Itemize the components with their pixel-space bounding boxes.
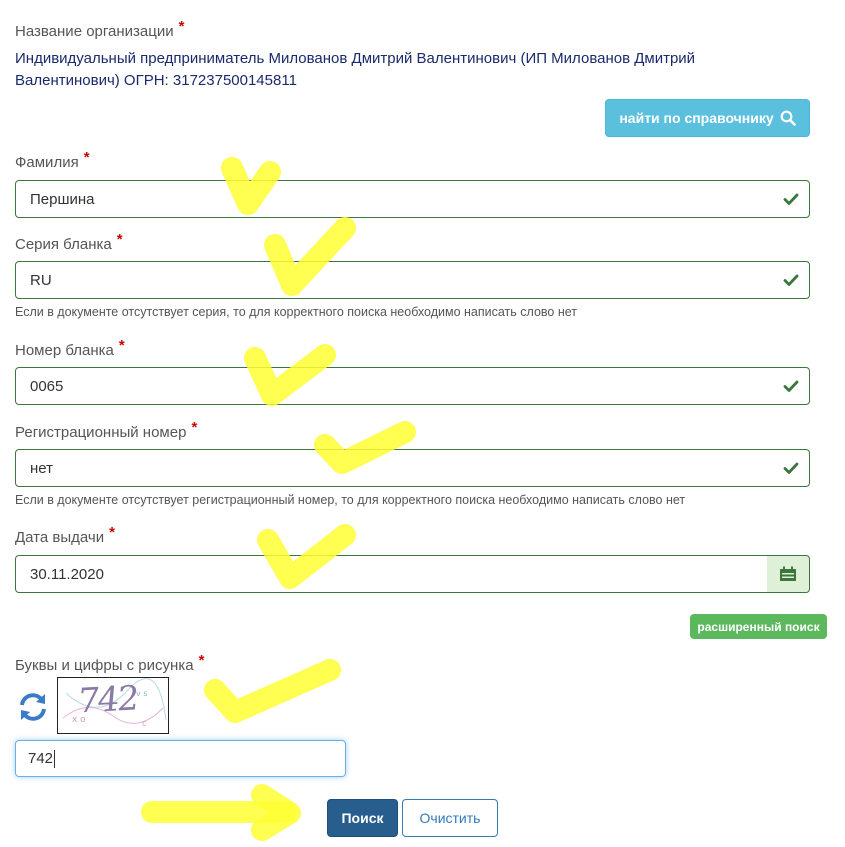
svg-text:c: c xyxy=(142,719,146,728)
org-label: Название организации * xyxy=(15,18,184,40)
search-button[interactable]: Поиск xyxy=(327,799,398,837)
issue-date-label-text: Дата выдачи xyxy=(15,529,105,546)
clear-button[interactable]: Очистить xyxy=(402,799,498,837)
refresh-icon[interactable] xyxy=(16,690,50,724)
captcha-image: x o v s c 742 xyxy=(57,677,169,734)
series-input[interactable]: RU xyxy=(15,261,810,299)
calendar-icon xyxy=(780,566,796,581)
captcha-value: 742 xyxy=(28,750,54,767)
series-label-text: Серия бланка xyxy=(15,236,112,253)
surname-label-text: Фамилия xyxy=(15,154,79,171)
check-icon xyxy=(783,380,799,392)
number-value: 0065 xyxy=(30,377,64,395)
check-icon xyxy=(783,193,799,205)
captcha-input[interactable]: 742 xyxy=(15,740,346,777)
number-input[interactable]: 0065 xyxy=(15,367,810,405)
regnum-label-text: Регистрационный номер xyxy=(15,424,187,441)
required-mark: * xyxy=(191,419,198,436)
highlighter-arrow-head xyxy=(251,784,301,841)
captcha-label: Буквы и цифры с рисунка * xyxy=(15,652,204,674)
regnum-input[interactable]: нет xyxy=(15,449,810,487)
required-mark: * xyxy=(178,18,185,35)
lookup-directory-label: найти по справочнику xyxy=(619,110,774,126)
regnum-help-text: Если в документе отсутствует регистрацио… xyxy=(15,493,686,507)
captcha-text: 742 xyxy=(76,678,139,722)
org-label-text: Название организации xyxy=(15,23,174,40)
check-icon xyxy=(783,462,799,474)
required-mark: * xyxy=(116,231,123,248)
issue-date-label: Дата выдачи * xyxy=(15,524,115,546)
issue-date-input[interactable]: 30.11.2020 xyxy=(15,555,768,593)
check-icon xyxy=(783,274,799,286)
series-label: Серия бланка * xyxy=(15,231,123,253)
captcha-label-text: Буквы и цифры с рисунка xyxy=(15,657,194,674)
issue-date-value: 30.11.2020 xyxy=(30,565,104,583)
number-label: Номер бланка * xyxy=(15,337,125,359)
required-mark: * xyxy=(198,652,205,669)
text-caret xyxy=(54,749,56,768)
required-mark: * xyxy=(83,149,90,166)
series-value: RU xyxy=(30,271,52,289)
lookup-directory-button[interactable]: найти по справочнику xyxy=(605,99,810,137)
number-label-text: Номер бланка xyxy=(15,342,114,359)
required-mark: * xyxy=(109,524,115,541)
surname-label: Фамилия * xyxy=(15,149,90,171)
advanced-search-button[interactable]: расширенный поиск xyxy=(690,614,827,639)
highlighter-check-mark xyxy=(204,659,341,723)
surname-input[interactable]: Першина xyxy=(15,180,810,218)
search-icon xyxy=(780,110,796,126)
calendar-button[interactable] xyxy=(767,555,810,593)
series-help-text: Если в документе отсутствует серия, то д… xyxy=(15,305,577,319)
required-mark: * xyxy=(118,337,125,354)
org-value: Индивидуальный предприниматель Милованов… xyxy=(15,50,696,89)
regnum-value: нет xyxy=(30,459,53,477)
regnum-label: Регистрационный номер * xyxy=(15,419,197,441)
surname-value: Першина xyxy=(30,190,95,208)
